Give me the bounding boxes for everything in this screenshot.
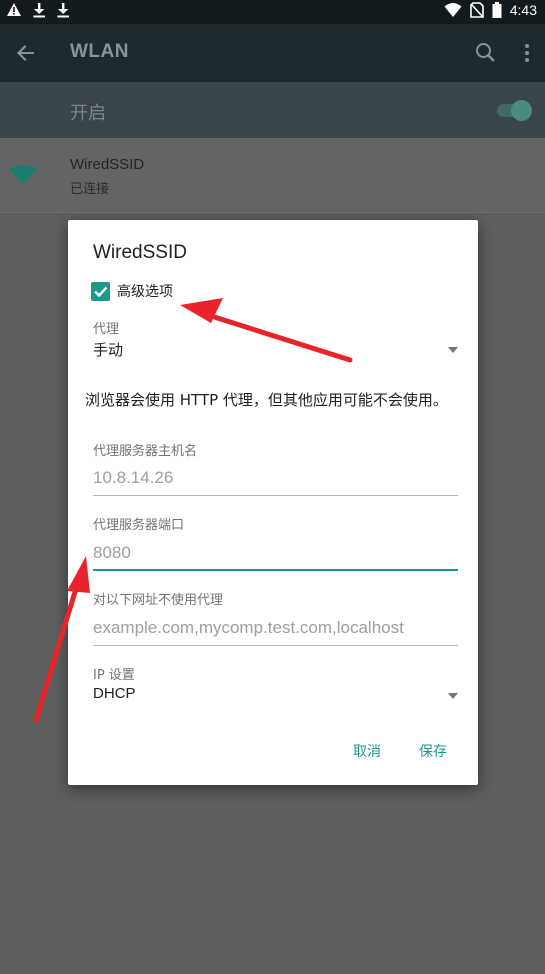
wlan-toggle[interactable] [497,99,533,121]
status-time: 4:43 [509,2,537,18]
proxy-port-placeholder: 8080 [93,543,131,562]
warning-icon [6,2,22,18]
network-list-item[interactable]: WiredSSID 已连接 [0,138,545,213]
network-dialog: WiredSSID 高级选项 代理 手动 浏览器会使用 HTTP 代理，但其他应… [68,220,478,785]
bypass-label: 对以下网址不使用代理 [93,593,224,608]
proxy-hostname-placeholder: 10.8.14.26 [93,468,174,487]
proxy-spinner[interactable]: 手动 [93,339,458,363]
page-title: WLAN [70,41,129,62]
dropdown-arrow-icon [448,693,458,699]
search-icon[interactable] [473,40,499,66]
ip-settings-spinner[interactable]: DHCP [93,685,458,709]
wlan-switch-bar[interactable]: 开启 [0,82,545,138]
proxy-port-label: 代理服务器端口 [93,518,185,533]
download-icon [56,2,70,18]
network-status: 已连接 [70,182,110,197]
no-sim-icon [469,2,484,18]
advanced-options-row[interactable]: 高级选项 [91,281,173,301]
arrow-left-icon[interactable] [12,39,40,67]
wifi-icon [444,2,462,18]
proxy-note: 浏览器会使用 HTTP 代理，但其他应用可能不会使用。 [85,391,448,409]
bypass-placeholder: example.com,mycomp.test.com,localhost [93,618,404,637]
advanced-options-label: 高级选项 [117,284,173,300]
bypass-input[interactable]: example.com,mycomp.test.com,localhost [93,610,458,646]
battery-icon [492,2,502,18]
cancel-button[interactable]: 取消 [353,741,381,761]
ip-settings-value: DHCP [93,685,136,702]
proxy-port-input[interactable]: 8080 [93,535,458,571]
dropdown-arrow-icon [448,347,458,353]
status-bar: 4:43 [0,0,545,24]
download-icon [32,2,46,18]
ip-settings-label: IP 设置 [93,668,135,683]
wifi-signal-icon [9,165,37,189]
switch-label: 开启 [70,103,106,124]
more-vert-icon[interactable] [519,40,535,66]
proxy-hostname-input[interactable]: 10.8.14.26 [93,460,458,496]
network-ssid: WiredSSID [70,156,145,173]
proxy-value: 手动 [93,342,124,359]
app-bar: WLAN [0,24,545,82]
proxy-label: 代理 [93,322,120,337]
proxy-hostname-label: 代理服务器主机名 [93,444,198,459]
advanced-options-checkbox[interactable] [91,281,110,301]
save-button[interactable]: 保存 [419,741,447,761]
dialog-title: WiredSSID [93,242,187,263]
